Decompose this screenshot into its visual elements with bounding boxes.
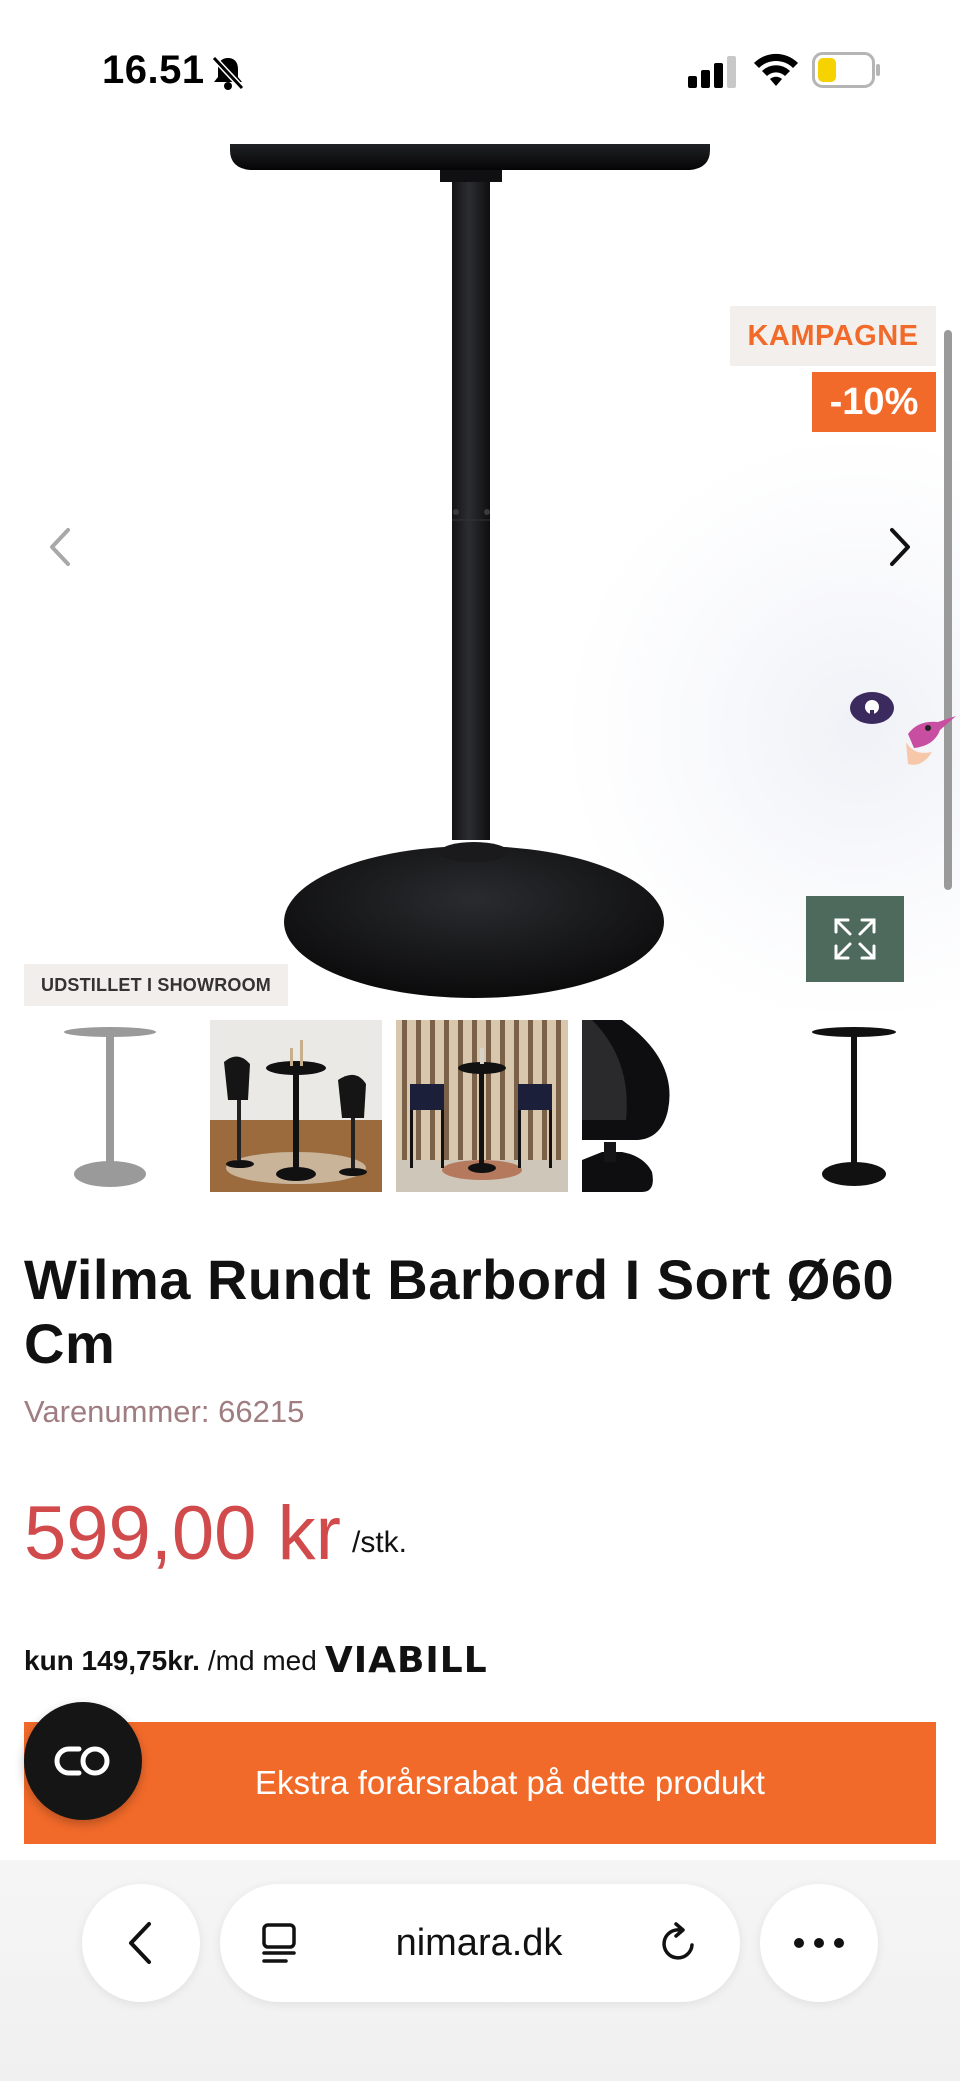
thumbnail-2[interactable] bbox=[210, 1020, 382, 1192]
battery-icon bbox=[812, 52, 880, 88]
chevron-left-icon bbox=[129, 1922, 151, 1964]
wifi-icon bbox=[754, 53, 798, 86]
browser-toolbar: nimara.dk bbox=[0, 1860, 960, 2081]
more-icon bbox=[794, 1938, 844, 1948]
campaign-badge: KAMPAGNE bbox=[730, 306, 936, 366]
loop-icon bbox=[54, 1746, 110, 1776]
product-gallery[interactable]: KAMPAGNE -10% bbox=[0, 140, 960, 1010]
gallery-scrollbar[interactable] bbox=[944, 330, 952, 890]
financing-line[interactable]: kun 149,75kr. /md med VIABILL bbox=[24, 1640, 488, 1681]
sku-label: Varenummer: bbox=[24, 1394, 210, 1429]
back-button[interactable] bbox=[82, 1884, 200, 2002]
product-title: Wilma Rundt Barbord I Sort Ø60 Cm bbox=[24, 1248, 895, 1375]
viabill-logo: VIABILL bbox=[324, 1640, 488, 1681]
thumbnail-1[interactable] bbox=[24, 1020, 196, 1192]
chevron-left-icon[interactable] bbox=[40, 522, 80, 572]
promo-text: Ekstra forårsrabat på dette produkt bbox=[255, 1764, 765, 1801]
financing-amount: kun 149,75kr. bbox=[24, 1644, 200, 1676]
loop-button[interactable] bbox=[24, 1702, 142, 1820]
financing-suffix: /md med bbox=[207, 1644, 317, 1676]
expand-icon bbox=[834, 918, 876, 960]
address-bar[interactable]: nimara.dk bbox=[220, 1884, 740, 2002]
expand-button[interactable] bbox=[806, 896, 904, 982]
showroom-badge: UDSTILLET I SHOWROOM bbox=[24, 964, 288, 1006]
price-unit: /stk. bbox=[352, 1526, 408, 1559]
promo-banner[interactable]: Ekstra forårsrabat på dette produkt bbox=[24, 1722, 936, 1844]
sku-value: 66215 bbox=[218, 1394, 305, 1429]
product-image bbox=[230, 144, 710, 998]
product-price: 599,00 kr bbox=[24, 1491, 341, 1576]
more-button[interactable] bbox=[760, 1884, 878, 2002]
thumbnail-3[interactable] bbox=[396, 1020, 568, 1192]
status-time: 16.51 bbox=[102, 48, 205, 92]
tabs-icon bbox=[262, 1923, 296, 1963]
thumbnail-4[interactable] bbox=[582, 1020, 754, 1192]
status-bar: 16.51 bbox=[0, 0, 960, 140]
reload-icon[interactable] bbox=[658, 1921, 700, 1965]
url-text: nimara.dk bbox=[395, 1921, 563, 1964]
bell-slash-icon bbox=[211, 55, 245, 91]
thumbnail-strip bbox=[24, 1020, 960, 1192]
thumbnail-5[interactable] bbox=[768, 1020, 940, 1192]
sku-line: Varenummer: 66215 bbox=[24, 1394, 304, 1430]
chevron-right-icon[interactable] bbox=[880, 522, 920, 572]
signal-icon bbox=[688, 56, 736, 88]
discount-badge: -10% bbox=[812, 372, 936, 432]
chat-assistant-icon[interactable] bbox=[848, 676, 960, 792]
